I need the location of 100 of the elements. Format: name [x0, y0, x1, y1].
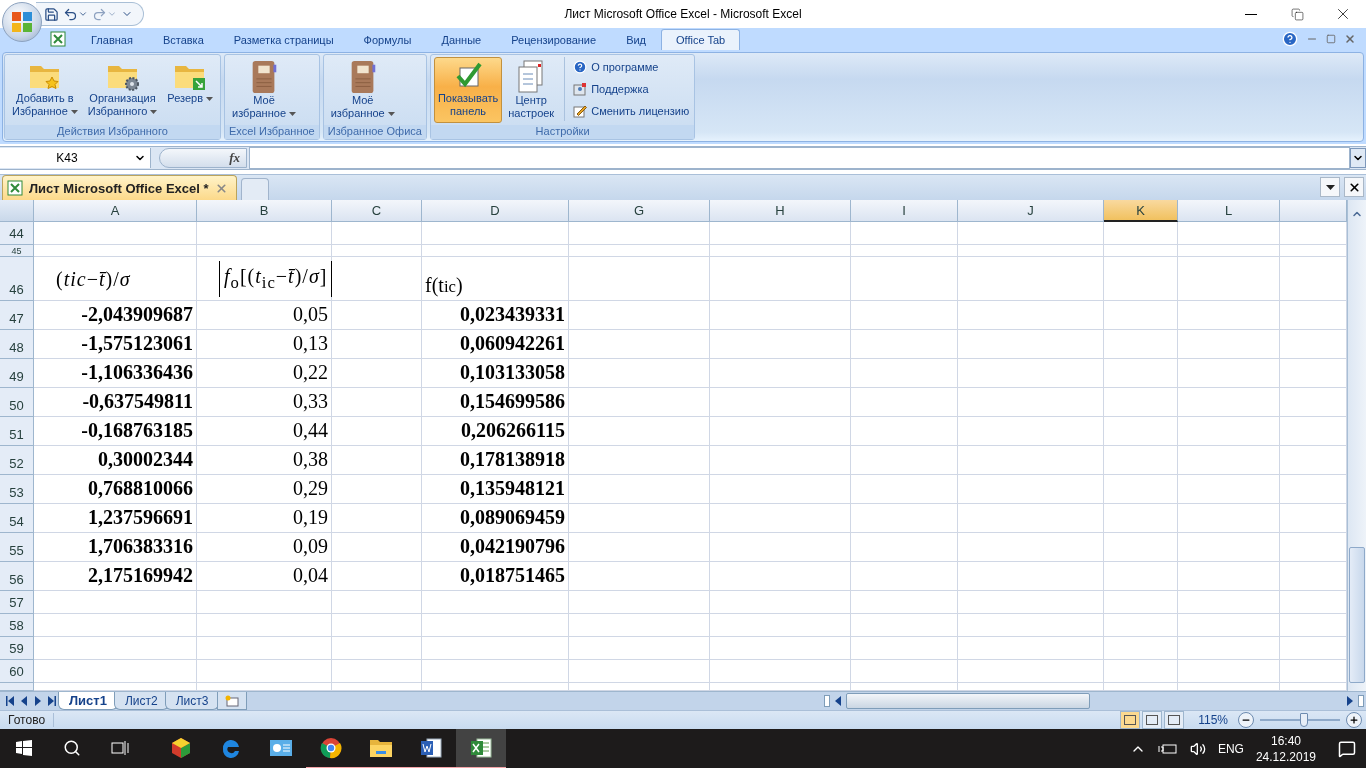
function-button[interactable]: fx [229, 150, 240, 166]
ribbon-tab[interactable]: Office Tab [661, 29, 741, 50]
table-cell: 0,768810066 [34, 475, 197, 504]
column-header[interactable]: B [197, 200, 332, 222]
scroll-thumb[interactable] [846, 693, 1090, 709]
zoom-out-button[interactable] [1238, 712, 1254, 728]
table-cell: 0,38 [197, 446, 332, 475]
slider-thumb[interactable] [1300, 713, 1308, 727]
row-header[interactable]: 47 [0, 301, 34, 330]
table-cell: f$_{o}$[(t$_{ic}$−t̄)/σ] [197, 257, 332, 301]
ribbon-tab[interactable]: Вставка [147, 29, 219, 50]
taskbar-app[interactable] [456, 729, 506, 768]
sheet-tab[interactable]: Лист2 [113, 692, 169, 710]
ribbon-button[interactable]: Организация Избранного [83, 57, 162, 123]
column-header[interactable]: C [332, 200, 422, 222]
view-button[interactable] [1164, 711, 1185, 729]
row-header[interactable]: 60 [0, 660, 34, 683]
notifications-icon[interactable] [1338, 740, 1356, 758]
row-header[interactable]: 44 [0, 222, 34, 245]
restore-icon [1290, 7, 1304, 21]
clock-time[interactable]: 16:40 [1270, 733, 1301, 749]
column-header[interactable]: I [851, 200, 958, 222]
help-icon[interactable] [1282, 31, 1298, 47]
column-header[interactable]: K [1104, 200, 1178, 222]
dropdown-button[interactable] [1320, 177, 1340, 197]
sheet-tab[interactable]: Лист1 [58, 692, 118, 710]
row-header[interactable]: 49 [0, 359, 34, 388]
status-text: Готово [0, 713, 55, 727]
ribbon-button[interactable]: Добавить в Избранное [8, 57, 82, 123]
language-indicator[interactable]: ENG [1217, 742, 1244, 756]
table-cell: 0,178138918 [422, 446, 569, 475]
row-header[interactable]: 55 [0, 533, 34, 562]
row-header[interactable]: 59 [0, 637, 34, 660]
split-handle[interactable] [1358, 695, 1364, 707]
column-header[interactable]: D [422, 200, 569, 222]
next-sheet-icon[interactable] [34, 696, 42, 706]
formula-input[interactable] [249, 147, 1350, 169]
scroll-right-icon[interactable] [1346, 696, 1354, 706]
close-icon[interactable] [214, 181, 228, 195]
volume-icon[interactable] [1189, 741, 1206, 757]
ribbon-button[interactable]: Резерв [163, 57, 217, 123]
row-header[interactable]: 54 [0, 504, 34, 533]
ribbon-button[interactable]: Моё избранное [228, 57, 300, 123]
ribbon-small-button[interactable]: Сменить лицензию [571, 101, 692, 121]
row-header[interactable]: 45 [0, 245, 34, 257]
sheet-tab[interactable]: Лист3 [164, 692, 220, 710]
zoom-in-button[interactable] [1346, 712, 1362, 728]
edit-icon [573, 104, 588, 118]
row-header[interactable]: 56 [0, 562, 34, 591]
column-header[interactable]: A [34, 200, 197, 222]
ribbon-button[interactable]: Моё избранное [326, 57, 399, 123]
first-sheet-icon[interactable] [6, 696, 14, 706]
view-button[interactable] [1142, 711, 1163, 729]
row-header[interactable]: 46 [0, 257, 34, 301]
ribbon-small-button[interactable]: Поддержка [571, 79, 692, 99]
close-button[interactable] [1344, 177, 1364, 197]
save-icon[interactable] [44, 6, 59, 22]
ribbon-tab[interactable]: Разметка страницы [218, 29, 349, 50]
ribbon-tab[interactable]: Рецензирование [496, 29, 612, 50]
row-header[interactable]: 50 [0, 388, 34, 417]
split-handle[interactable] [824, 695, 830, 707]
row-header[interactable]: 58 [0, 614, 34, 637]
document-tab[interactable]: Лист Microsoft Office Excel * [2, 175, 237, 200]
expand-button[interactable] [1350, 148, 1366, 168]
ribbon-tab[interactable]: Главная [76, 29, 148, 50]
row-header[interactable]: 48 [0, 330, 34, 359]
column-header[interactable]: J [958, 200, 1104, 222]
ribbon-tab[interactable]: Вид [611, 29, 662, 50]
group-label: Excel Избранное [225, 125, 319, 139]
row-header[interactable]: 51 [0, 417, 34, 446]
ribbon-tab[interactable]: Формулы [348, 29, 427, 50]
column-header[interactable]: G [569, 200, 710, 222]
column-header[interactable]: L [1178, 200, 1280, 222]
insert-sheet-button[interactable] [217, 692, 248, 710]
row-header[interactable]: 57 [0, 591, 34, 614]
scroll-left-icon[interactable] [834, 696, 842, 706]
row-header[interactable]: 53 [0, 475, 34, 504]
column-header[interactable]: H [710, 200, 851, 222]
table-cell: -0,168763185 [34, 417, 197, 446]
table-cell: -2,043909687 [34, 301, 197, 330]
undo-icon[interactable] [63, 6, 88, 22]
ribbon-tab[interactable]: Данные [426, 29, 497, 50]
last-sheet-icon[interactable] [48, 696, 56, 706]
table-cell: 0,04 [197, 562, 332, 591]
scroll-thumb[interactable] [1349, 547, 1365, 683]
horizontal-scrollbar[interactable] [824, 692, 1366, 710]
row-header[interactable]: 52 [0, 446, 34, 475]
ribbon-small-button[interactable]: О программе [571, 57, 692, 77]
battery-icon[interactable] [1157, 742, 1178, 756]
previous-sheet-icon[interactable] [20, 696, 28, 706]
ribbon-button[interactable]: Центр настроек [504, 57, 559, 123]
close-icon[interactable] [1344, 33, 1356, 45]
clock-date[interactable]: 24.12.2019 [1255, 749, 1316, 765]
table-cell: 0,30002344 [34, 446, 197, 475]
view-button[interactable] [1120, 711, 1141, 729]
table-cell: 0,09 [197, 533, 332, 562]
name-box[interactable]: K43 [0, 148, 151, 168]
ribbon-button[interactable]: Показывать панель [433, 57, 503, 123]
office-logo [11, 11, 33, 33]
vertical-scrollbar[interactable] [1347, 200, 1366, 691]
